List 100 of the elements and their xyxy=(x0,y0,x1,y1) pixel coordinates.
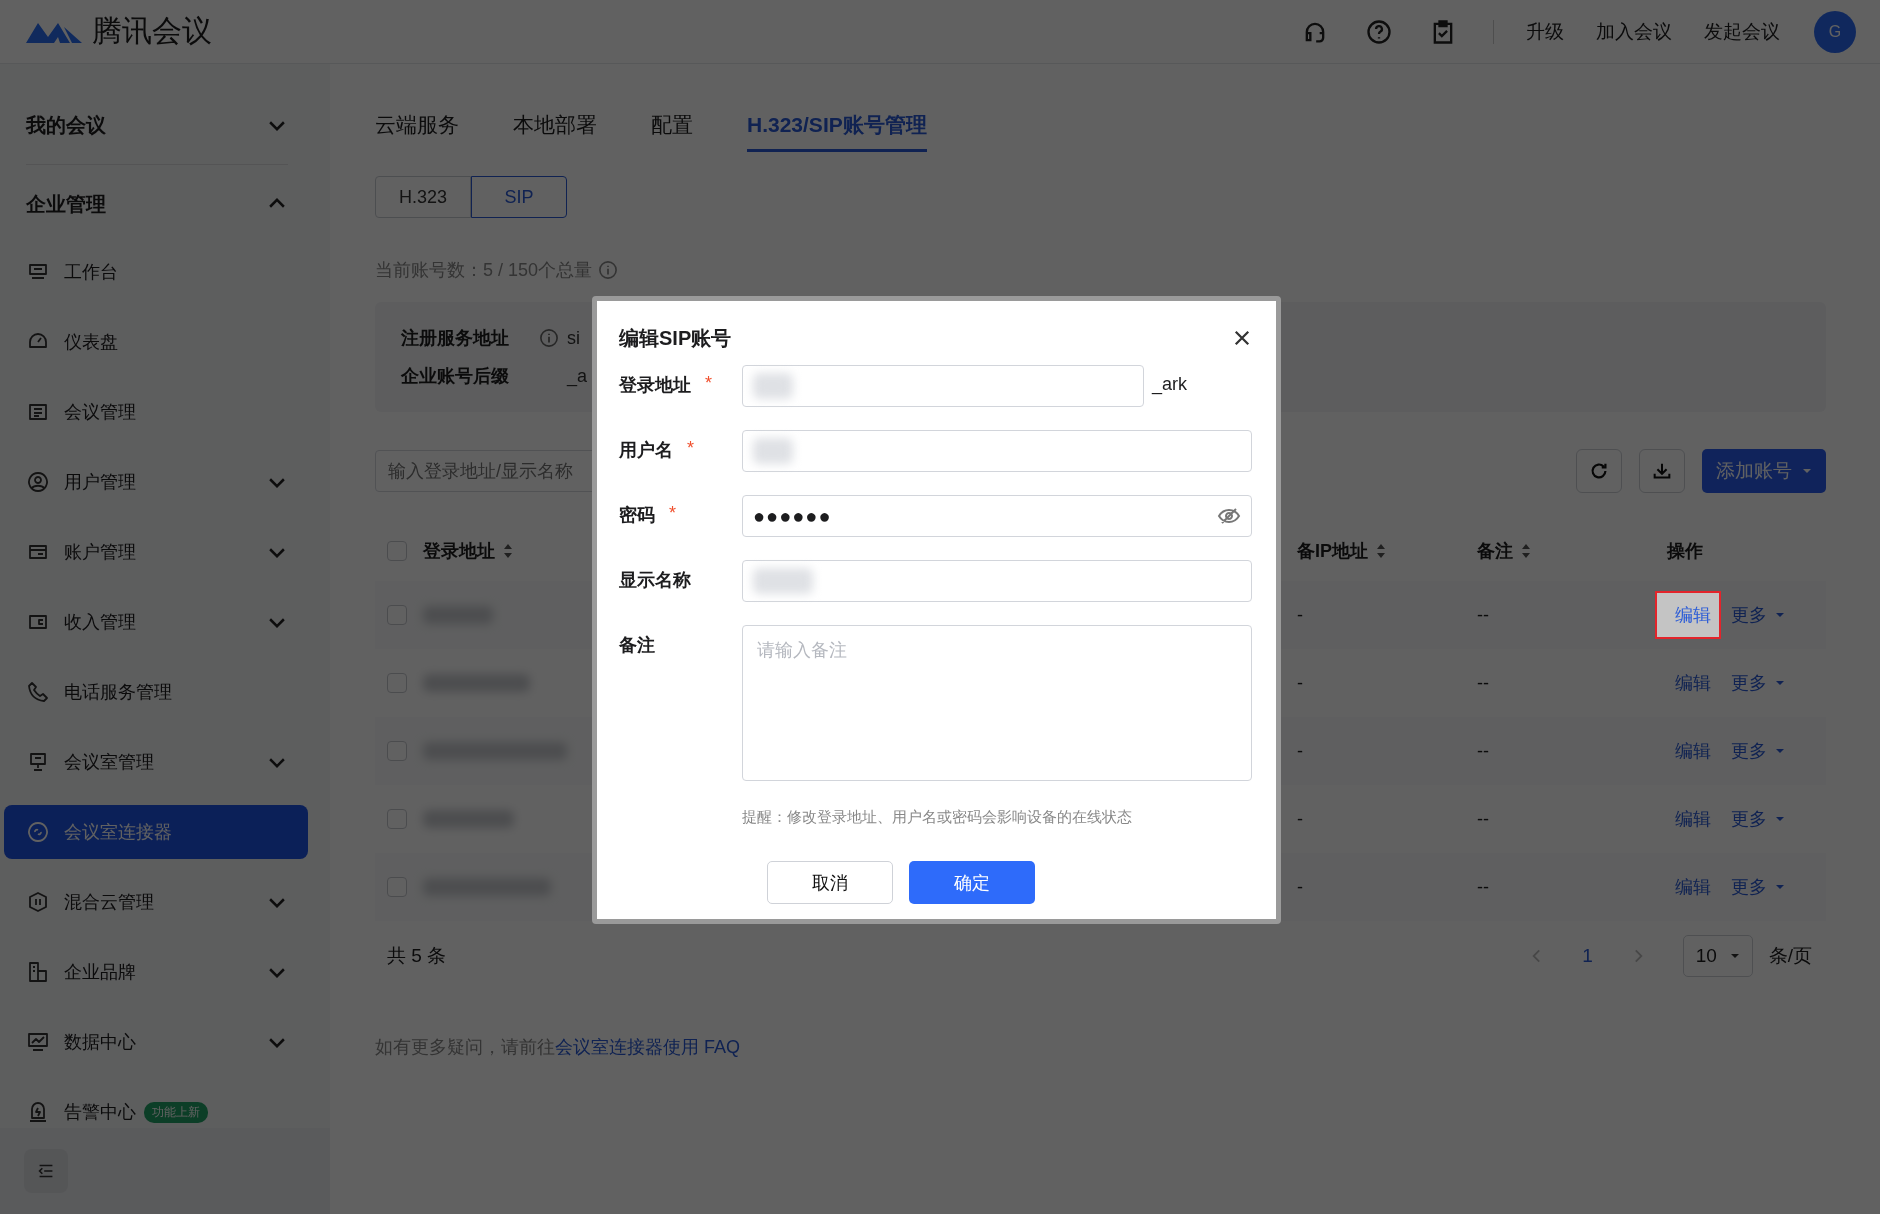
input-field[interactable] xyxy=(742,430,1252,472)
caret-icon xyxy=(1775,746,1785,756)
more-dropdown[interactable]: 更多 xyxy=(1731,739,1785,763)
cancel-button[interactable]: 取消 xyxy=(766,861,893,904)
table-cell: - xyxy=(1297,808,1303,830)
info-icon[interactable] xyxy=(539,328,559,348)
tab[interactable]: 配置 xyxy=(651,111,693,152)
table-cell: - xyxy=(1297,876,1303,898)
sidebar-section[interactable]: 我的会议 xyxy=(26,86,288,165)
blurred-text xyxy=(753,373,793,399)
sidebar-item[interactable]: 混合云管理 xyxy=(4,875,308,929)
field-suffix: _ark xyxy=(1152,373,1187,395)
caret-icon xyxy=(1775,678,1785,688)
sidebar-item[interactable]: 仪表盘 xyxy=(4,315,308,369)
required-mark: * xyxy=(705,373,712,395)
close-icon[interactable] xyxy=(1232,328,1252,348)
add-account-button[interactable]: 添加账号 xyxy=(1702,449,1826,493)
page-size-unit: 条/页 xyxy=(1768,944,1812,968)
table-cell: -- xyxy=(1477,604,1489,626)
sidebar-item[interactable]: 用户管理 xyxy=(4,455,308,509)
sidebar-item[interactable]: 收入管理 xyxy=(4,595,308,649)
info-label: 企业账号后缀 xyxy=(401,365,510,388)
table-cell: - xyxy=(1297,740,1303,762)
protocol-toggle[interactable]: SIP xyxy=(471,176,567,218)
caret-icon xyxy=(1775,610,1785,620)
caret-icon xyxy=(1775,814,1785,824)
menu-item-icon xyxy=(26,820,50,844)
tab[interactable]: 云端服务 xyxy=(375,111,459,152)
table-cell: -- xyxy=(1477,672,1489,694)
sort-icon[interactable] xyxy=(503,543,513,559)
protocol-toggle[interactable]: H.323 xyxy=(375,176,471,218)
more-dropdown[interactable]: 更多 xyxy=(1731,671,1785,695)
edit-link[interactable]: 编辑 xyxy=(1655,727,1721,775)
table-cell: -- xyxy=(1477,808,1489,830)
password-field[interactable]: ●●●●●● xyxy=(742,495,1252,537)
header-link[interactable]: 发起会议 xyxy=(1704,18,1780,45)
sidebar-item[interactable]: 电话服务管理 xyxy=(4,665,308,719)
sidebar-item[interactable]: 账户管理 xyxy=(4,525,308,579)
column-header: 操作 xyxy=(1667,540,1703,563)
info-icon[interactable] xyxy=(598,260,619,280)
edit-link[interactable]: 编辑 xyxy=(1655,591,1721,639)
page-number[interactable]: 1 xyxy=(1582,945,1593,967)
sidebar-item[interactable]: 会议管理 xyxy=(4,385,308,439)
edit-link[interactable]: 编辑 xyxy=(1655,863,1721,911)
more-dropdown[interactable]: 更多 xyxy=(1731,807,1785,831)
menu-item-icon xyxy=(26,890,50,914)
dialog-title: 编辑SIP账号 xyxy=(619,325,732,351)
table-cell: - xyxy=(1297,672,1303,694)
caret-icon xyxy=(1802,466,1812,476)
collapse-sidebar-button[interactable] xyxy=(24,1149,68,1193)
column-header: 登录地址 xyxy=(423,540,495,563)
sort-icon[interactable] xyxy=(1376,543,1386,559)
menu-item-icon xyxy=(26,1030,50,1054)
column-header: 备IP地址 xyxy=(1297,540,1368,563)
input-field[interactable] xyxy=(742,365,1144,407)
header-link[interactable]: 加入会议 xyxy=(1596,18,1672,45)
page-size-select[interactable]: 10 xyxy=(1682,935,1753,977)
sidebar-item[interactable]: 企业品牌 xyxy=(4,945,308,999)
sidebar-section[interactable]: 企业管理 xyxy=(26,165,288,243)
hint-text: 提醒：修改登录地址、用户名或密码会影响设备的在线状态 xyxy=(742,808,1133,827)
faq-link[interactable]: 会议室连接器使用 FAQ xyxy=(555,1037,740,1057)
tab[interactable]: 本地部署 xyxy=(513,111,597,152)
app-name: 腾讯会议 xyxy=(92,13,212,49)
header-link[interactable]: 升级 xyxy=(1526,18,1564,45)
menu-item-icon xyxy=(26,470,50,494)
caret-icon xyxy=(1775,882,1785,892)
field-label: 密码 xyxy=(619,504,655,527)
blurred-text xyxy=(753,438,793,464)
more-dropdown[interactable]: 更多 xyxy=(1731,603,1785,627)
refresh-button[interactable] xyxy=(1576,449,1622,493)
help-icon[interactable] xyxy=(1365,17,1393,46)
field-label: 显示名称 xyxy=(619,569,691,592)
field-label: 备注 xyxy=(619,634,655,657)
table-cell: -- xyxy=(1477,876,1489,898)
edit-link[interactable]: 编辑 xyxy=(1655,795,1721,843)
edit-link[interactable]: 编辑 xyxy=(1655,659,1721,707)
blurred-text xyxy=(753,568,813,594)
more-dropdown[interactable]: 更多 xyxy=(1731,875,1785,899)
table-cell: -- xyxy=(1477,740,1489,762)
confirm-button[interactable]: 确定 xyxy=(908,861,1035,904)
tab[interactable]: H.323/SIP账号管理 xyxy=(747,111,927,152)
required-mark: * xyxy=(669,503,676,525)
input-field[interactable] xyxy=(742,560,1252,602)
remarks-field[interactable]: 请输入备注 xyxy=(742,625,1252,781)
sidebar-item[interactable]: 工作台 xyxy=(4,245,308,299)
sidebar-item[interactable]: 数据中心 xyxy=(4,1015,308,1069)
sort-icon[interactable] xyxy=(1521,543,1531,559)
menu-item-icon xyxy=(26,680,50,704)
table-cell: - xyxy=(1297,604,1303,626)
sidebar-item[interactable]: 会议室管理 xyxy=(4,735,308,789)
info-value: si xyxy=(567,327,580,349)
info-label: 注册服务地址 xyxy=(401,327,510,350)
info-value: _a xyxy=(567,365,588,387)
sidebar-item[interactable]: 会议室连接器 xyxy=(4,805,308,859)
user-avatar[interactable]: G xyxy=(1814,10,1856,53)
download-button[interactable] xyxy=(1639,449,1685,493)
field-label: 登录地址 xyxy=(619,374,691,397)
caret-icon xyxy=(1729,951,1740,961)
menu-item-icon xyxy=(26,960,50,984)
total-count: 共 5 条 xyxy=(387,944,447,968)
